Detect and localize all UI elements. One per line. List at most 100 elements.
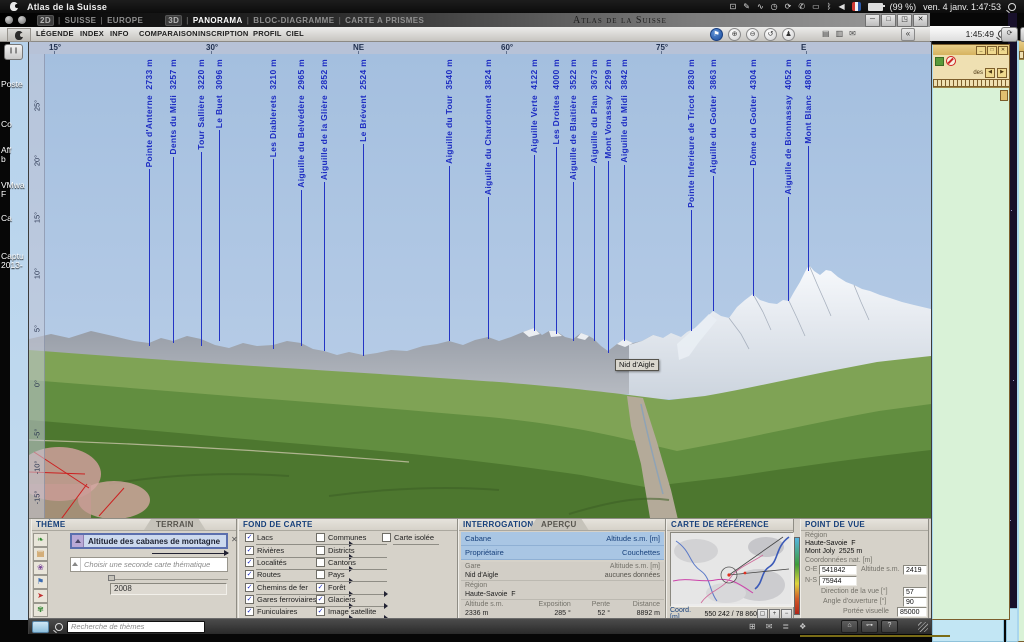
economy-theme-icon[interactable]: ▤ [33,547,48,561]
menu-index[interactable]: INDEX [80,29,104,38]
folder-icon[interactable]: ⊞ [749,622,756,631]
feedback-icon[interactable]: ✉ [766,622,773,631]
year-slider-track[interactable] [110,579,228,580]
panorama-view[interactable]: Pointe d'Anterne 2733 mDents du Midi 325… [29,54,931,518]
theme-search-input[interactable] [67,621,205,633]
tab-terrain[interactable]: TERRAIN [144,519,206,530]
layer-checkbox[interactable] [316,558,325,567]
mode-tab-2d[interactable]: 2D [37,15,54,26]
home-button[interactable]: ⌂ [841,620,858,633]
pause-button[interactable]: ❙❙ [4,44,23,60]
layer-checkbox[interactable]: ✓ [245,570,254,579]
agriculture-theme-icon[interactable]: ✾ [33,603,48,617]
theme-spinner[interactable] [72,535,84,547]
link-button[interactable]: ⊶ [861,620,878,633]
layer-checkbox[interactable]: ✓ [316,595,325,604]
desktop-icon-label[interactable]: Ca [1,214,31,223]
background-window[interactable] [1017,40,1024,642]
menu-comparaison[interactable]: COMPARAISON [139,29,198,38]
collapse-toolbar-button[interactable]: « [901,28,915,41]
sync-icon[interactable]: ⟳ [785,2,792,11]
screen-expand-button[interactable]: ➚ [1020,27,1024,42]
year-field[interactable] [110,583,227,595]
fauna-theme-icon[interactable]: ❧ [33,533,48,547]
document-icon[interactable]: ≣ [782,622,789,631]
spotlight-icon[interactable] [1008,3,1016,11]
layer-checkbox[interactable] [316,533,325,542]
menu-profil[interactable]: PROFIL [253,29,282,38]
app-mini-icon[interactable] [32,621,49,633]
mode-tab-3d[interactable]: 3D [165,15,182,26]
screen-rotate-button[interactable]: ⟳ [1001,27,1018,42]
layer-checkbox[interactable]: ✓ [245,546,254,555]
maximize-icon[interactable]: □ [987,46,997,55]
bluetooth-icon[interactable]: ᛒ [827,2,832,11]
remove-theme-button[interactable]: ✕ [231,535,238,544]
display-icon[interactable]: ▭ [812,2,820,11]
desktop-icon-label[interactable]: Aff b [1,146,31,164]
vp-oe-field[interactable] [819,565,857,575]
mail-icon[interactable]: ✉ [849,29,856,38]
minimize-button[interactable]: ─ [865,14,880,27]
spaces-icon[interactable]: ⊡ [730,2,737,11]
host-app-title[interactable]: Atlas de la Suisse [27,2,107,12]
background-window[interactable]: _ □ ✕ des ◀ ▶ [930,44,1010,620]
close-button[interactable]: ✕ [913,14,928,27]
cards-view-icon[interactable]: ▤ [822,29,830,38]
ink-icon[interactable]: ✎ [743,2,750,11]
timemachine-icon[interactable]: ◷ [771,2,778,11]
primary-theme-select[interactable]: Altitude des cabanes de montagne [70,533,228,549]
tourism-theme-icon[interactable]: ⚑ [33,575,48,589]
tab-apercu[interactable]: APERÇU [529,519,589,530]
year-slider-handle[interactable] [108,575,115,581]
vp-ns-field[interactable] [819,576,857,586]
mode-tab-bloc-diagramme[interactable]: BLOC-DIAGRAMME [253,16,334,25]
desktop-icon-label[interactable]: Captu 2013- [1,252,31,270]
layer-checkbox[interactable] [382,533,391,542]
guest-apple-menu[interactable] [7,28,31,42]
layer-checkbox[interactable]: ✓ [316,607,325,616]
vp-alt-field[interactable] [903,565,927,575]
tool-icon[interactable] [935,57,944,66]
mode-tab-europe[interactable]: EUROPE [107,16,143,25]
reference-map[interactable] [670,532,794,607]
resize-grip[interactable] [918,622,928,632]
menu-ciel[interactable]: CIEL [286,29,304,38]
vp-direction-field[interactable] [903,587,927,597]
menubar-clock[interactable]: ven. 4 janv. 1:47:53 [923,2,1001,12]
vp-angle-field[interactable] [903,597,927,607]
menu-info[interactable]: INFO [110,29,129,38]
maximize-button[interactable]: ◳ [897,14,912,27]
zoom-out-button[interactable]: ⊖ [746,28,759,41]
prev-arrow-icon[interactable]: ◀ [985,68,995,78]
close-icon[interactable]: ✕ [998,46,1008,55]
next-arrow-icon[interactable]: ▶ [997,68,1007,78]
observer-button[interactable]: ♟ [782,28,795,41]
secondary-theme-spinner[interactable] [71,558,81,571]
rotate-view-button[interactable]: ↺ [764,28,777,41]
layer-checkbox[interactable]: ✓ [245,583,254,592]
mode-tab-carte-a-prismes[interactable]: CARTE A PRISMES [345,16,424,25]
vmware-icon[interactable] [852,2,861,11]
flora-theme-icon[interactable]: ❀ [33,561,48,575]
fishing-theme-icon[interactable]: ➤ [33,589,48,603]
award-icon[interactable]: ❖ [799,622,806,631]
pan-tool-button[interactable]: ⚑ [710,28,723,41]
desktop-icon-label[interactable]: Co [1,120,31,129]
secondary-theme-select[interactable]: Choisir une seconde carte thématique [70,557,228,572]
desktop-icon-label[interactable]: VMwa F [1,181,31,199]
minimize-icon[interactable]: _ [976,46,986,55]
volume-icon[interactable]: ◀ [838,2,844,11]
window-dot-icon[interactable] [5,16,13,24]
stop-icon[interactable] [946,56,956,66]
mode-tab-suisse[interactable]: SUISSE [65,16,97,25]
layer-opacity-slider[interactable] [393,544,439,545]
window-dot-icon[interactable] [18,16,26,24]
tab-interrogation[interactable]: INTERROGATION [463,520,533,529]
layer-checkbox[interactable] [316,570,325,579]
layer-checkbox[interactable]: ✓ [316,583,325,592]
zoom-in-button[interactable]: ⊕ [728,28,741,41]
vp-range-field[interactable] [897,607,927,617]
layer-checkbox[interactable]: ✓ [245,607,254,616]
phone-icon[interactable]: ✆ [798,2,805,11]
